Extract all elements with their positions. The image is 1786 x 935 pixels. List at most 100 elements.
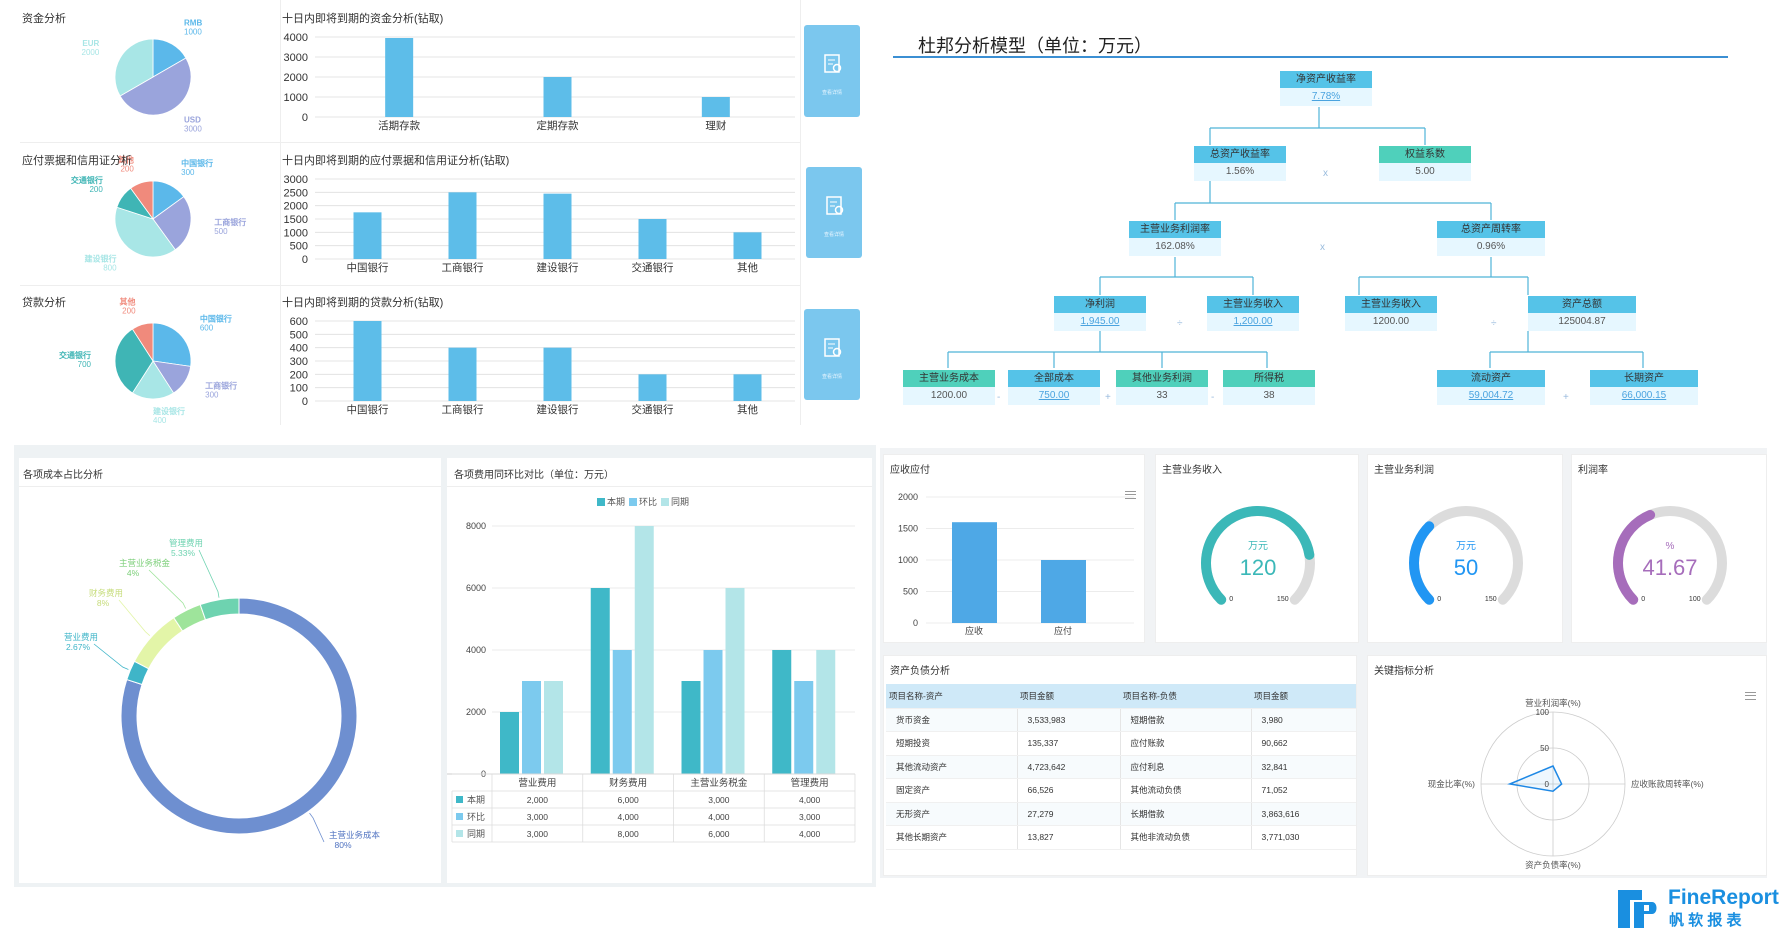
bar <box>733 232 762 259</box>
donut-pct: 2.67% <box>66 642 91 652</box>
y-tick-label: 1000 <box>284 92 308 104</box>
top-left-charts: RMB1000USD3000EUR200001000200030004000活期… <box>59 19 795 425</box>
x-tick-label: 营业费用 <box>518 777 556 789</box>
x-tick-label: 应收 <box>965 625 983 636</box>
bar <box>638 374 667 401</box>
y-tick-label: 2000 <box>898 492 918 502</box>
divider <box>19 486 441 487</box>
node-label: 主营业务利润率 <box>1129 221 1221 238</box>
node-value[interactable]: 59,004.72 <box>1437 387 1545 405</box>
y-tick-label: 3000 <box>284 174 308 186</box>
dupont-node-all-cost[interactable]: 全部成本 750.00 <box>1008 370 1100 405</box>
node-label: 流动资产 <box>1437 370 1545 387</box>
minus-operator: - <box>1211 392 1215 403</box>
node-value[interactable]: 1,200.00 <box>1207 313 1299 331</box>
x-tick-label: 其他 <box>737 403 758 416</box>
fund-bar-title: 十日内即将到期的资金分析(钻取) <box>282 13 444 25</box>
node-label: 总资产收益率 <box>1194 146 1286 163</box>
pie-value: 1000 <box>184 28 202 37</box>
gauge-value: 50 <box>1454 555 1478 580</box>
table-cell: 其他流动资产 <box>886 755 1017 779</box>
bar <box>543 77 572 117</box>
dupont-node-revenue[interactable]: 主营业务收入 1,200.00 <box>1207 296 1299 331</box>
pie-value: 300 <box>205 390 219 399</box>
donut-slice <box>199 597 240 621</box>
bar <box>448 192 477 259</box>
table-cell: 长期借款 <box>1119 802 1251 826</box>
leader-line <box>309 812 325 843</box>
pie-label: 交通银行 <box>59 350 91 360</box>
node-value: 1200.00 <box>903 387 995 405</box>
table-cell: 应付账款 <box>1119 731 1251 756</box>
dupont-node-revenue-2: 主营业务收入 1200.00 <box>1345 296 1437 331</box>
y-tick-label: 2500 <box>284 187 308 199</box>
node-value[interactable]: 66,000.15 <box>1590 387 1698 405</box>
ar-ap-title: 应收应付 <box>890 465 930 476</box>
table-row: 其他流动资产 4,723,642 应付利息 32,841 <box>886 755 1356 779</box>
query-button-label: 查看详情 <box>823 232 844 238</box>
leader-line <box>118 599 151 636</box>
loan-bar-title: 十日内即将到期的贷款分析(钻取) <box>282 297 444 309</box>
node-value[interactable]: 7.78% <box>1280 88 1372 106</box>
pie-value: 800 <box>103 263 117 272</box>
y-tick-label: 500 <box>903 587 918 597</box>
gauge-fill <box>1409 521 1435 605</box>
brand-subtitle: 帆 软 报 表 <box>1669 912 1742 929</box>
table-cell: 3,980 <box>1250 708 1356 732</box>
times-operator: x <box>1320 242 1325 253</box>
fund-query-button[interactable]: 查看详情 <box>804 25 860 117</box>
donut-pct: 5.33% <box>171 548 196 558</box>
table-cell: 其他长期资产 <box>886 825 1017 850</box>
table-cell: 3,000 <box>708 795 730 805</box>
bill-bar-title: 十日内即将到期的应付票据和信用证分析(钻取) <box>282 155 510 167</box>
bar <box>448 347 477 401</box>
table-cell: 3,000 <box>799 812 821 822</box>
pie-value: 700 <box>78 360 92 369</box>
node-value[interactable]: 750.00 <box>1008 387 1100 405</box>
bar <box>543 347 572 401</box>
bar <box>703 650 723 774</box>
bar <box>816 650 836 774</box>
table-cell: 短期投资 <box>886 731 1017 756</box>
dupont-node-current-assets[interactable]: 流动资产 59,004.72 <box>1437 370 1545 405</box>
node-value[interactable]: 1,945.00 <box>1054 313 1146 331</box>
radar-tick-label: 50 <box>1540 744 1549 753</box>
pie-label: 建设银行 <box>152 406 185 416</box>
table-row-label: 同期 <box>467 829 485 839</box>
loan-query-button[interactable]: 查看详情 <box>804 309 860 400</box>
gauge-min-label: 0 <box>1641 596 1645 603</box>
finereport-logo-icon <box>1618 890 1657 928</box>
donut-pct: 8% <box>97 598 110 608</box>
legend-swatch <box>629 498 637 506</box>
node-label: 主营业务收入 <box>1207 296 1299 313</box>
table-header-row: 项目名称-资产 项目金额 项目名称-负债 项目金额 <box>886 684 1356 709</box>
table-row: 无形资产 27,279 长期借款 3,863,616 <box>886 802 1356 826</box>
bar <box>500 712 519 774</box>
x-tick-label: 其他 <box>737 261 758 274</box>
bill-query-button[interactable]: 查看详情 <box>806 167 862 258</box>
x-tick-label: 主营业务税金 <box>690 777 748 789</box>
dupont-node-long-term-assets[interactable]: 长期资产 66,000.15 <box>1590 370 1698 405</box>
donut-label: 主营业务成本 <box>329 830 381 840</box>
table-cell: 无形资产 <box>886 802 1017 826</box>
dupont-node-net-profit[interactable]: 净利润 1,945.00 <box>1054 296 1146 331</box>
pie-value: 600 <box>200 323 214 332</box>
bar <box>544 681 563 774</box>
gauge-max-label: 100 <box>1689 596 1701 603</box>
table-row: 短期投资 135,337 应付账款 90,662 <box>886 731 1356 756</box>
gauge-card-profit: 主营业务利润 万元 50 0 150 <box>1367 454 1563 643</box>
node-label: 总资产周转率 <box>1437 221 1545 238</box>
table-cell: 其他非流动负债 <box>1119 825 1251 850</box>
expense-compare-chart: 本期 环比 同期02000400060008000营业费用 财务费用 主营业务税金 管理费… <box>447 496 856 843</box>
donut-pct: 80% <box>334 840 351 850</box>
column-header: 项目名称-负债 <box>1120 684 1251 709</box>
gauge-card-margin: 利润率 % 41.67 0 100 <box>1571 454 1767 643</box>
divide-operator: ÷ <box>1491 318 1497 329</box>
table-cell: 4,000 <box>799 829 821 839</box>
y-tick-label: 0 <box>913 618 918 628</box>
y-tick-label: 1500 <box>284 214 308 226</box>
dupont-node-roe[interactable]: 净资产收益率 7.78% <box>1280 71 1372 106</box>
table-cell: 4,723,642 <box>1016 755 1120 779</box>
table-cell: 货币资金 <box>886 708 1017 732</box>
dupont-node-roa: 总资产收益率 1.56% <box>1194 146 1286 181</box>
